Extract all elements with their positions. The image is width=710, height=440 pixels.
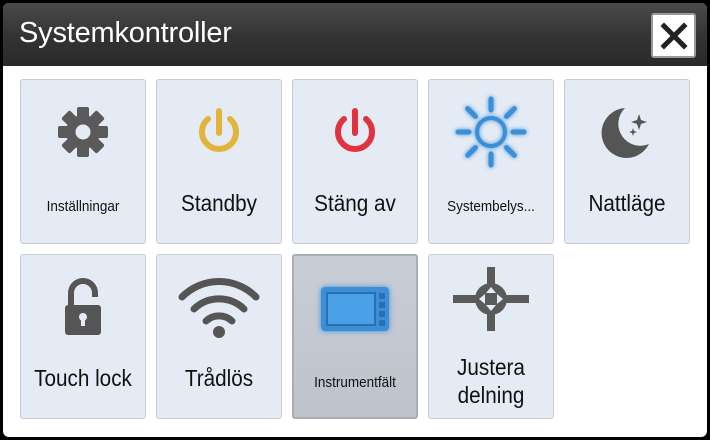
- system-controls-dialog: Systemkontroller Inställningar Standby S…: [3, 3, 707, 437]
- dialog-title: Systemkontroller: [19, 17, 232, 49]
- tile-label: Touch lock: [34, 365, 132, 391]
- tile-label: Justera delning: [457, 354, 525, 408]
- power-icon: [335, 108, 375, 152]
- tile-label: Nattläge: [588, 190, 666, 216]
- tile-instrument-bar[interactable]: Instrumentfält: [292, 254, 418, 419]
- close-button[interactable]: [651, 13, 696, 58]
- tile-label: Systembelys...: [447, 198, 535, 215]
- title-bar: Systemkontroller: [3, 3, 707, 66]
- tile-label: Stäng av: [314, 190, 396, 216]
- unlocked-padlock-icon: [65, 278, 101, 335]
- close-icon: [659, 21, 688, 50]
- split-adjust-icon: [453, 267, 529, 331]
- wifi-icon: [178, 278, 260, 338]
- tile-night-mode[interactable]: Nattläge: [564, 79, 690, 244]
- power-icon: [199, 108, 239, 152]
- moon-stars-icon: [601, 108, 649, 158]
- tile-power-off[interactable]: Stäng av: [292, 79, 418, 244]
- tile-label: Instrumentfält: [314, 374, 396, 391]
- tile-wireless[interactable]: Trådlös: [156, 254, 282, 419]
- tile-system-backlight[interactable]: Systembelys...: [428, 79, 554, 244]
- tile-label: Inställningar: [46, 198, 120, 215]
- tile-standby[interactable]: Standby: [156, 79, 282, 244]
- tile-label: Trådlös: [184, 365, 254, 391]
- gear-icon: [58, 107, 108, 157]
- tile-touch-lock[interactable]: Touch lock: [20, 254, 146, 419]
- instrument-panel-icon: [321, 287, 389, 331]
- tile-adjust-split[interactable]: Justera delning: [428, 254, 554, 419]
- tile-settings[interactable]: Inställningar: [20, 79, 146, 244]
- tile-label: Standby: [181, 190, 257, 216]
- sun-icon: [455, 96, 527, 168]
